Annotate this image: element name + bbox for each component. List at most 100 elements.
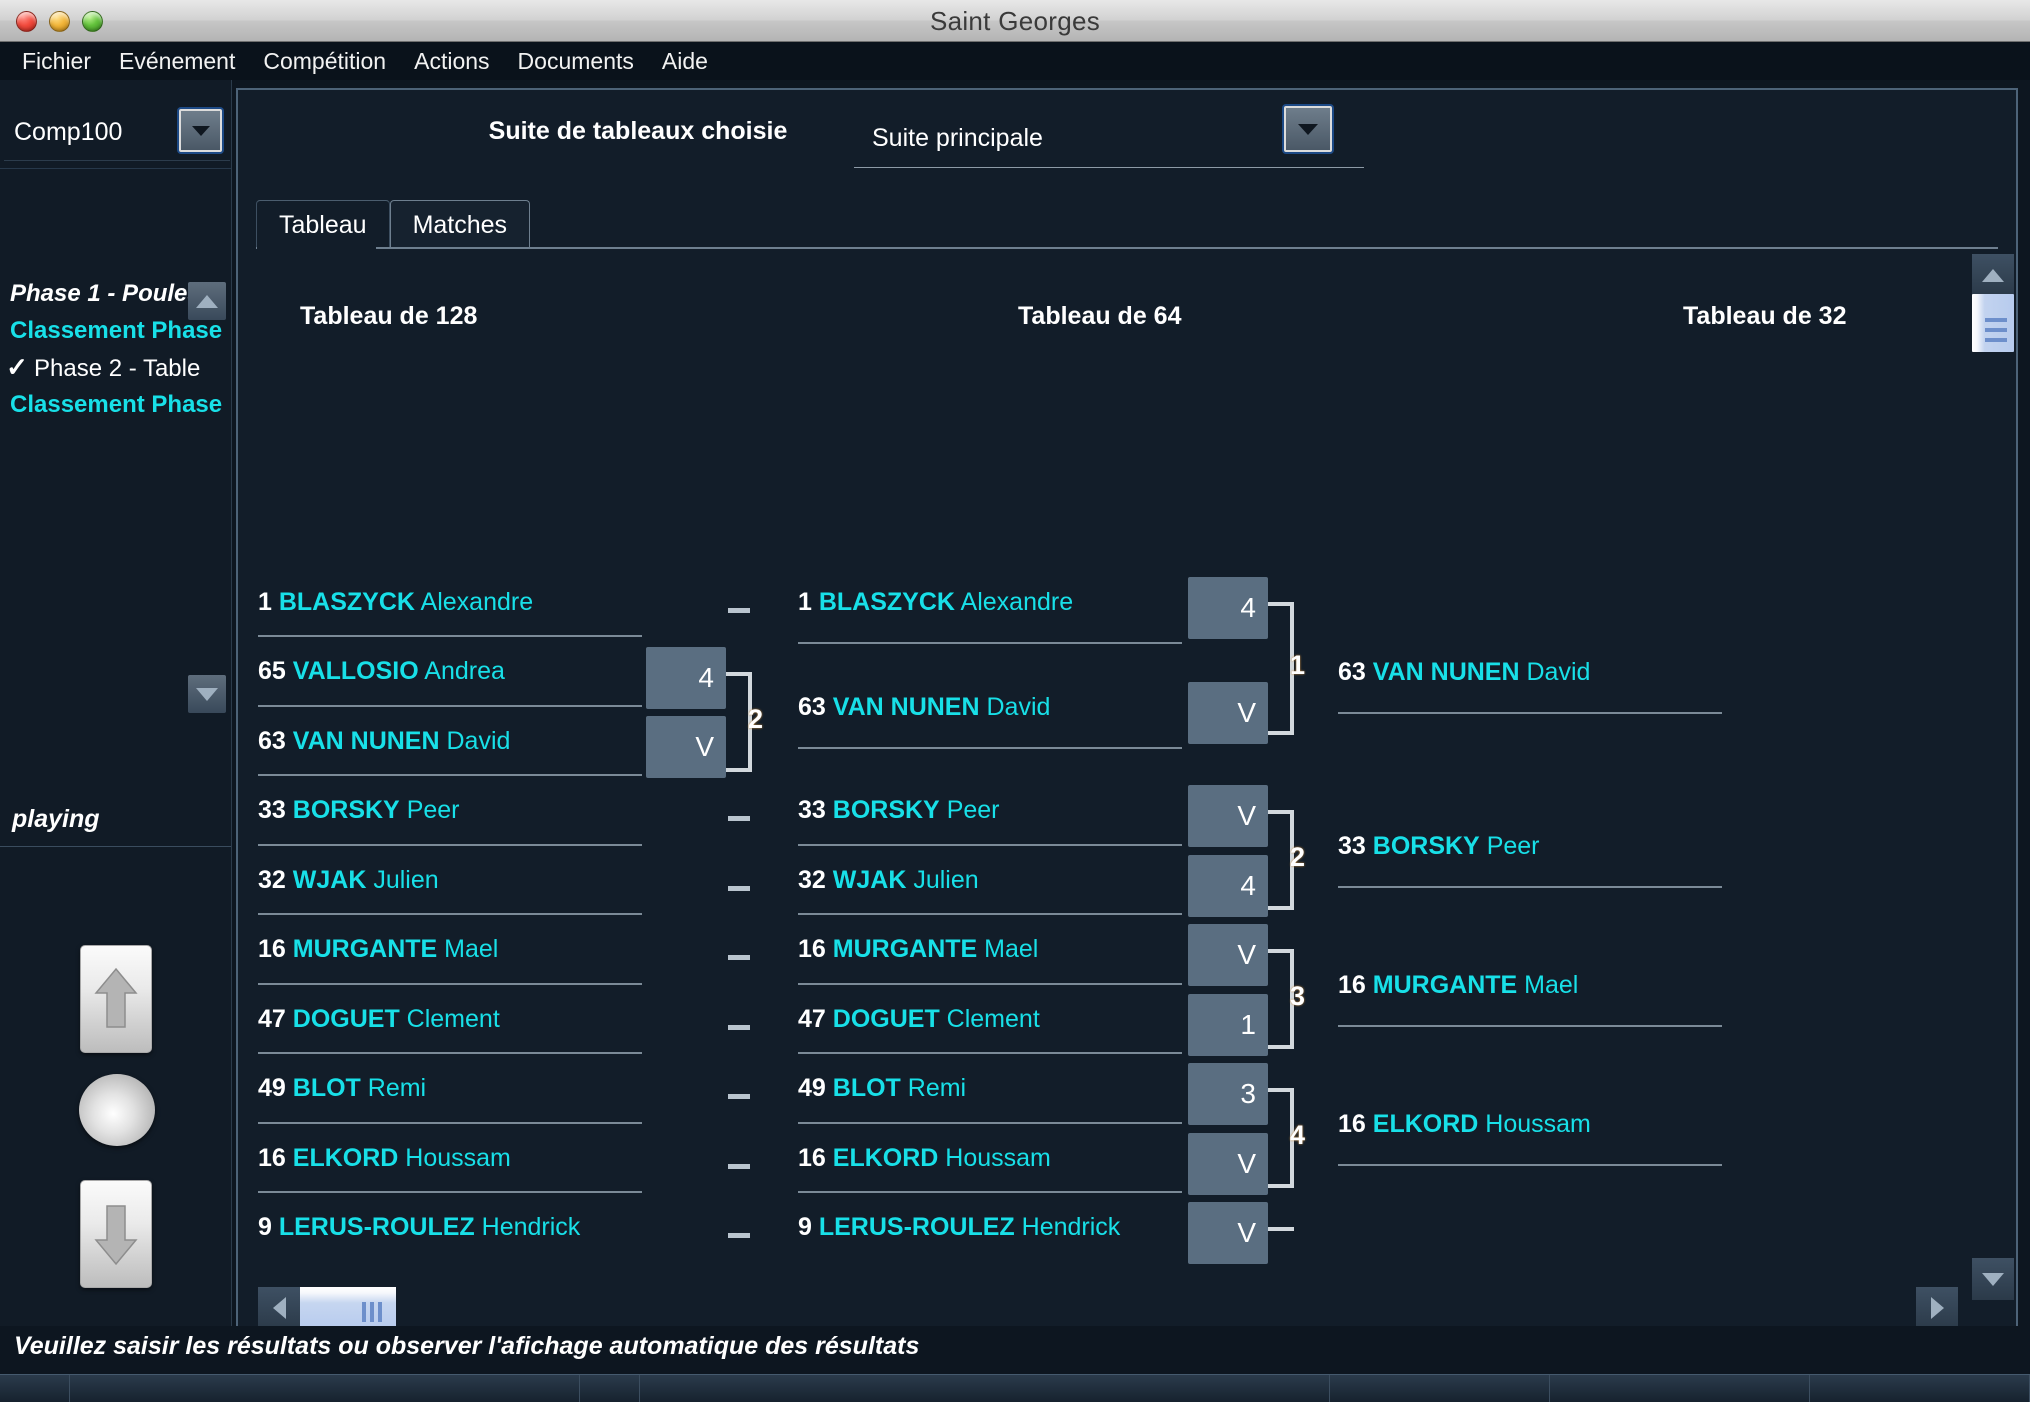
- menu-fichier[interactable]: Fichier: [8, 46, 105, 77]
- entry-lastname: VAN NUNEN: [832, 693, 980, 721]
- tab-tableau[interactable]: Tableau: [256, 200, 390, 248]
- entry-firstname: David: [446, 727, 511, 755]
- score-box-64-6[interactable]: 1: [1188, 994, 1268, 1056]
- entry-underline: [258, 635, 642, 637]
- entry-128-8[interactable]: 49 BLOT Remi: [258, 1074, 426, 1103]
- vertical-scrollbar[interactable]: [1972, 254, 2014, 1300]
- entry-firstname: Hendrick: [481, 1213, 581, 1241]
- suite-title-label: Suite de tableaux choisie: [488, 117, 788, 145]
- score-box-128-2[interactable]: 4: [646, 647, 726, 709]
- score-box-64-4[interactable]: 4: [1188, 855, 1268, 917]
- connector-label: 2: [748, 704, 764, 734]
- entry-32-4[interactable]: 16 ELKORD Houssam: [1338, 1110, 1591, 1139]
- entry-seed: 32: [258, 866, 286, 894]
- entry-lastname: LERUS-ROULEZ: [278, 1213, 475, 1241]
- score-box-64-2[interactable]: V: [1188, 682, 1268, 744]
- score-box-64-7[interactable]: 3: [1188, 1063, 1268, 1125]
- entry-64-9[interactable]: 9 LERUS-ROULEZ Hendrick: [798, 1213, 1120, 1242]
- score-box-64-3[interactable]: V: [1188, 785, 1268, 847]
- menu-documents[interactable]: Documents: [504, 46, 648, 77]
- entry-64-2[interactable]: 63 VAN NUNEN David: [798, 693, 1050, 722]
- entry-128-5[interactable]: 32 WJAK Julien: [258, 866, 439, 895]
- phase-list-scroll-down[interactable]: [188, 675, 226, 713]
- entry-underline: [798, 983, 1182, 985]
- vertical-scrollbar-thumb[interactable]: [1972, 294, 2014, 352]
- entry-seed: 65: [258, 657, 286, 685]
- entry-lastname: ELKORD: [1372, 1110, 1479, 1138]
- scroll-down-button[interactable]: [80, 1180, 152, 1288]
- score-box-128-3[interactable]: V: [646, 716, 726, 778]
- nav-ball-button[interactable]: [79, 1074, 155, 1146]
- playing-label: playing: [12, 805, 100, 833]
- score-dash[interactable]: [728, 1233, 750, 1238]
- entry-32-2[interactable]: 33 BORSKY Peer: [1338, 832, 1540, 861]
- entry-128-6[interactable]: 16 MURGANTE Mael: [258, 935, 498, 964]
- entry-underline: [1338, 712, 1722, 714]
- score-dash[interactable]: [728, 955, 750, 960]
- tab-strip: [256, 247, 1998, 249]
- entry-seed: 49: [798, 1074, 826, 1102]
- competition-select[interactable]: Comp100: [4, 105, 230, 161]
- entry-seed: 63: [258, 727, 286, 755]
- entry-128-2[interactable]: 65 VALLOSIO Andrea: [258, 657, 505, 686]
- entry-firstname: Peer: [1486, 832, 1540, 860]
- score-dash[interactable]: [728, 608, 750, 613]
- scrollbar-down-button[interactable]: [1972, 1258, 2014, 1300]
- horizontal-scrollbar[interactable]: [258, 1287, 1958, 1329]
- entry-lastname: BLOT: [292, 1074, 361, 1102]
- entry-firstname: Alexandre: [420, 588, 534, 616]
- menu-competition[interactable]: Compétition: [249, 46, 400, 77]
- score-box-64-1[interactable]: 4: [1188, 577, 1268, 639]
- entry-64-8[interactable]: 16 ELKORD Houssam: [798, 1144, 1051, 1173]
- entry-128-3[interactable]: 63 VAN NUNEN David: [258, 727, 510, 756]
- score-dash[interactable]: [728, 1025, 750, 1030]
- entry-128-10[interactable]: 9 LERUS-ROULEZ Hendrick: [258, 1213, 580, 1242]
- scroll-up-button[interactable]: [80, 945, 152, 1053]
- score-box-64-5[interactable]: V: [1188, 924, 1268, 986]
- scrollbar-up-button[interactable]: [1972, 254, 2014, 296]
- competition-select-dropdown-button[interactable]: [179, 109, 222, 152]
- status-message: Veuillez saisir les résultats ou observe…: [14, 1332, 920, 1360]
- menu-evenement[interactable]: Evénement: [105, 46, 249, 77]
- phase-list-scroll-up[interactable]: [188, 282, 226, 320]
- horizontal-scrollbar-thumb[interactable]: [300, 1287, 396, 1329]
- score-dash[interactable]: [728, 1094, 750, 1099]
- score-dash[interactable]: [728, 886, 750, 891]
- menu-actions[interactable]: Actions: [400, 46, 503, 77]
- tab-matches[interactable]: Matches: [389, 200, 531, 248]
- entry-128-9[interactable]: 16 ELKORD Houssam: [258, 1144, 511, 1173]
- phase-item-classement-2[interactable]: Classement Phase: [0, 386, 232, 423]
- entry-64-4[interactable]: 32 WJAK Julien: [798, 866, 979, 895]
- entry-64-6[interactable]: 47 DOGUET Clement: [798, 1005, 1040, 1034]
- entry-128-4[interactable]: 33 BORSKY Peer: [258, 796, 460, 825]
- entry-64-3[interactable]: 33 BORSKY Peer: [798, 796, 1000, 825]
- entry-64-7[interactable]: 49 BLOT Remi: [798, 1074, 966, 1103]
- entry-firstname: Remi: [367, 1074, 427, 1102]
- chevron-down-icon: [196, 687, 218, 701]
- entry-64-5[interactable]: 16 MURGANTE Mael: [798, 935, 1038, 964]
- phase-item-2[interactable]: ✓ Phase 2 - Table: [0, 349, 232, 386]
- scrollbar-left-button[interactable]: [258, 1287, 300, 1329]
- entry-32-3[interactable]: 16 MURGANTE Mael: [1338, 971, 1578, 1000]
- entry-underline: [798, 1191, 1182, 1193]
- score-box-64-8[interactable]: V: [1188, 1133, 1268, 1195]
- entry-32-1[interactable]: 63 VAN NUNEN David: [1338, 658, 1590, 687]
- score-dash[interactable]: [728, 816, 750, 821]
- entry-seed: 1: [258, 588, 272, 616]
- entry-lastname: VAN NUNEN: [1372, 658, 1520, 686]
- os-taskbar[interactable]: [0, 1374, 2030, 1402]
- entry-64-1[interactable]: 1 BLASZYCK Alexandre: [798, 588, 1073, 617]
- entry-128-7[interactable]: 47 DOGUET Clement: [258, 1005, 500, 1034]
- menu-aide[interactable]: Aide: [648, 46, 722, 77]
- score-box-64-9[interactable]: V: [1188, 1202, 1268, 1264]
- score-dash[interactable]: [728, 1164, 750, 1169]
- arrow-up-icon: [94, 967, 138, 1028]
- bracket-board[interactable]: Tableau de 128 Tableau de 64 Tableau de …: [258, 250, 1998, 1304]
- chevron-right-icon: [1930, 1297, 1944, 1319]
- entry-seed: 16: [1338, 1110, 1366, 1138]
- entry-lastname: ELKORD: [292, 1144, 399, 1172]
- suite-select-dropdown-button[interactable]: [1284, 106, 1332, 152]
- entry-128-1[interactable]: 1 BLASZYCK Alexandre: [258, 588, 533, 617]
- tab-bar: Tableau Matches: [256, 200, 531, 248]
- scrollbar-right-button[interactable]: [1916, 1287, 1958, 1329]
